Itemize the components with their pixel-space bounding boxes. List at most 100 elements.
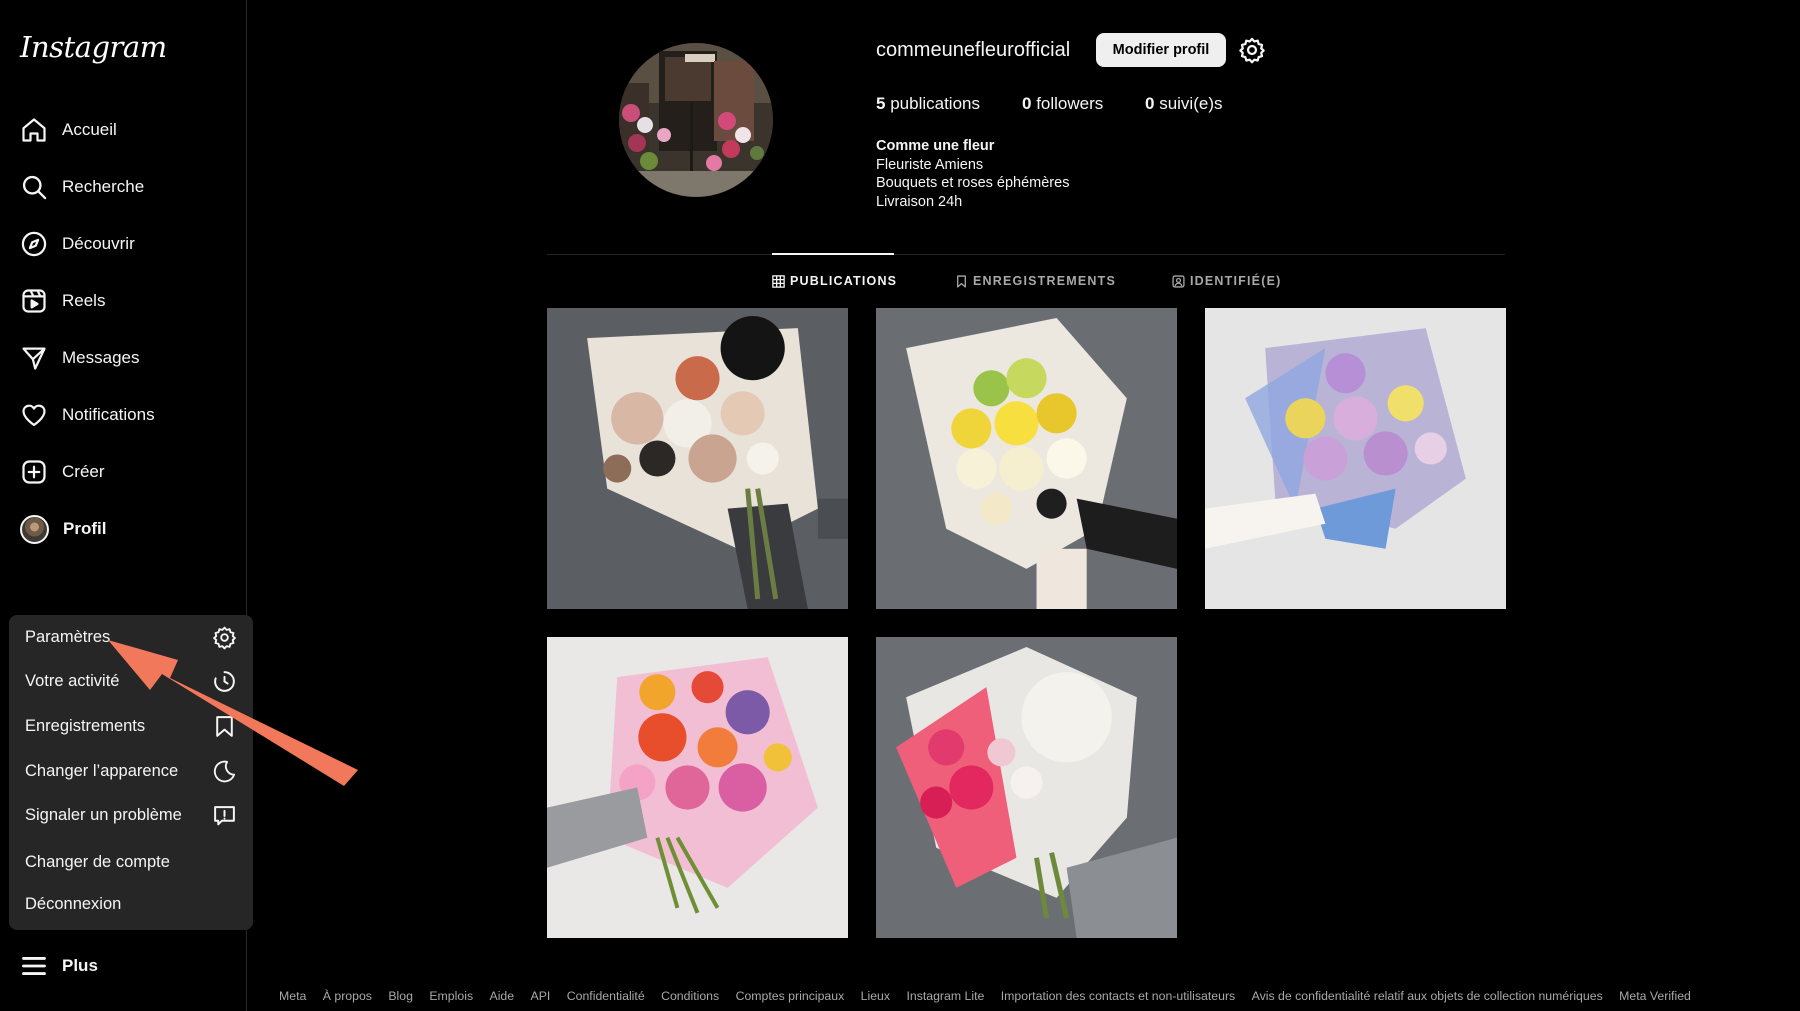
bookmark-icon <box>216 715 233 737</box>
grid-icon <box>772 274 785 288</box>
edit-profile-button[interactable]: Modifier profil <box>1096 33 1226 67</box>
gear-icon <box>213 626 236 649</box>
stat-count: 5 <box>876 94 886 113</box>
post-image <box>876 637 1177 938</box>
search-icon <box>22 175 47 200</box>
settings-gear-icon[interactable] <box>1238 36 1266 64</box>
sidebar-item-label: Notifications <box>62 405 155 424</box>
sidebar-item-label: Découvrir <box>62 234 135 253</box>
menu-item-label: Changer l’apparence <box>25 761 179 780</box>
tab-label: IDENTIFIÉ(E) <box>1190 274 1282 288</box>
footer-link[interactable]: API <box>531 989 551 1003</box>
sidebar-item-label: Reels <box>62 291 106 310</box>
footer-link[interactable]: Avis de confidentialité relatif aux obje… <box>1252 989 1603 1003</box>
post-tile[interactable] <box>1205 308 1506 609</box>
menu-item-enregistrements[interactable]: Enregistrements <box>9 704 253 748</box>
bio-name: Comme une fleur <box>876 138 995 154</box>
footer-link[interactable]: Conditions <box>661 989 719 1003</box>
stat-following[interactable]: 0 suivi(e)s <box>1145 94 1223 114</box>
heart-icon <box>22 404 46 427</box>
stat-count: 0 <box>1022 94 1032 113</box>
footer-link[interactable]: Confidentialité <box>567 989 645 1003</box>
tab-active-indicator <box>772 253 894 255</box>
footer-link[interactable]: Lieux <box>861 989 890 1003</box>
footer-link[interactable]: Blog <box>388 989 413 1003</box>
tab-identifie[interactable]: IDENTIFIÉ(E) <box>1172 274 1281 288</box>
stat-label: followers <box>1036 94 1104 113</box>
moon-icon <box>213 760 236 782</box>
paper-plane-icon <box>22 347 46 370</box>
profile-picture[interactable] <box>619 43 773 197</box>
post-tile[interactable] <box>876 308 1177 609</box>
tab-label: PUBLICATIONS <box>790 274 898 288</box>
stat-followers[interactable]: 0 followers <box>1022 94 1103 114</box>
post-image <box>1205 308 1506 609</box>
footer-link[interactable]: Comptes principaux <box>736 989 845 1003</box>
profile-bio: Comme une fleur Fleuriste Amiens Bouquet… <box>876 137 1069 211</box>
home-icon <box>22 118 46 142</box>
post-image <box>547 308 848 609</box>
sidebar-item-label: Recherche <box>62 177 145 196</box>
menu-item-deconnexion[interactable]: Déconnexion <box>9 882 253 926</box>
sidebar-item-reels[interactable]: Reels <box>20 281 105 321</box>
bookmark-icon <box>957 274 966 288</box>
report-icon <box>214 805 235 825</box>
post-image <box>547 637 848 938</box>
activity-icon <box>214 670 235 692</box>
plus-square-icon <box>22 460 46 484</box>
post-tile[interactable] <box>876 637 1177 938</box>
bio-line: Fleuriste Amiens <box>876 156 984 173</box>
sidebar-item-creer[interactable]: Créer <box>20 452 105 492</box>
menu-item-parametres[interactable]: Paramètres <box>9 615 253 659</box>
footer-link[interactable]: Emplois <box>429 989 473 1003</box>
hamburger-menu-icon <box>22 957 46 975</box>
tab-enregistrements[interactable]: ENREGISTREMENTS <box>955 274 1116 288</box>
menu-item-votre-activite[interactable]: Votre activité <box>9 659 253 703</box>
reels-icon <box>22 289 46 313</box>
menu-item-changer-compte[interactable]: Changer de compte <box>9 840 253 884</box>
sidebar-item-notifications[interactable]: Notifications <box>20 395 155 435</box>
tab-divider <box>547 254 1505 255</box>
profile-username: commeunefleurofficial <box>876 39 1071 61</box>
sidebar-item-label: Messages <box>62 348 140 367</box>
post-tile[interactable] <box>547 637 848 938</box>
compass-icon <box>21 231 47 257</box>
menu-item-label: Déconnexion <box>25 894 122 913</box>
footer-link[interactable]: À propos <box>323 989 372 1003</box>
footer-link[interactable]: Meta Verified <box>1619 989 1691 1003</box>
footer-link[interactable]: Aide <box>490 989 515 1003</box>
footer-link[interactable]: Instagram Lite <box>906 989 984 1003</box>
more-label: Plus <box>62 956 98 975</box>
menu-item-label: Signaler un problème <box>25 805 182 824</box>
post-image <box>876 308 1177 609</box>
sidebar-item-label: Profil <box>63 519 107 538</box>
tab-label: ENREGISTREMENTS <box>973 274 1117 288</box>
menu-item-label: Changer de compte <box>25 852 170 871</box>
menu-item-label: Paramètres <box>25 627 111 646</box>
stat-label: publications <box>890 94 980 113</box>
instagram-logo[interactable]: Instagram <box>20 30 167 64</box>
footer: Meta À propos Blog Emplois Aide API Conf… <box>279 989 1707 1003</box>
stat-count: 0 <box>1145 94 1155 113</box>
more-button[interactable]: Plus <box>20 946 98 986</box>
footer-link[interactable]: Importation des contacts et non-utilisat… <box>1001 989 1235 1003</box>
sidebar-item-messages[interactable]: Messages <box>20 338 139 378</box>
post-tile[interactable] <box>547 308 848 609</box>
menu-item-signaler-probleme[interactable]: Signaler un problème <box>9 793 253 837</box>
storefront-photo <box>619 43 773 197</box>
stat-label: suivi(e)s <box>1159 94 1223 113</box>
footer-link[interactable]: Meta <box>279 989 306 1003</box>
more-menu: Paramètres Votre activité Enregistrement… <box>9 615 253 930</box>
menu-item-label: Votre activité <box>25 671 120 690</box>
sidebar-item-profil[interactable]: Profil <box>20 509 106 549</box>
avatar <box>20 514 49 544</box>
menu-item-changer-apparence[interactable]: Changer l’apparence <box>9 749 253 793</box>
sidebar-item-label: Accueil <box>62 120 117 139</box>
tagged-icon <box>1172 274 1185 288</box>
tab-publications[interactable]: PUBLICATIONS <box>772 274 897 288</box>
sidebar-item-recherche[interactable]: Recherche <box>20 167 144 207</box>
stat-publications: 5 publications <box>876 94 980 114</box>
sidebar-item-label: Créer <box>62 462 105 481</box>
sidebar-item-accueil[interactable]: Accueil <box>20 110 117 150</box>
sidebar-item-decouvrir[interactable]: Découvrir <box>20 224 135 264</box>
